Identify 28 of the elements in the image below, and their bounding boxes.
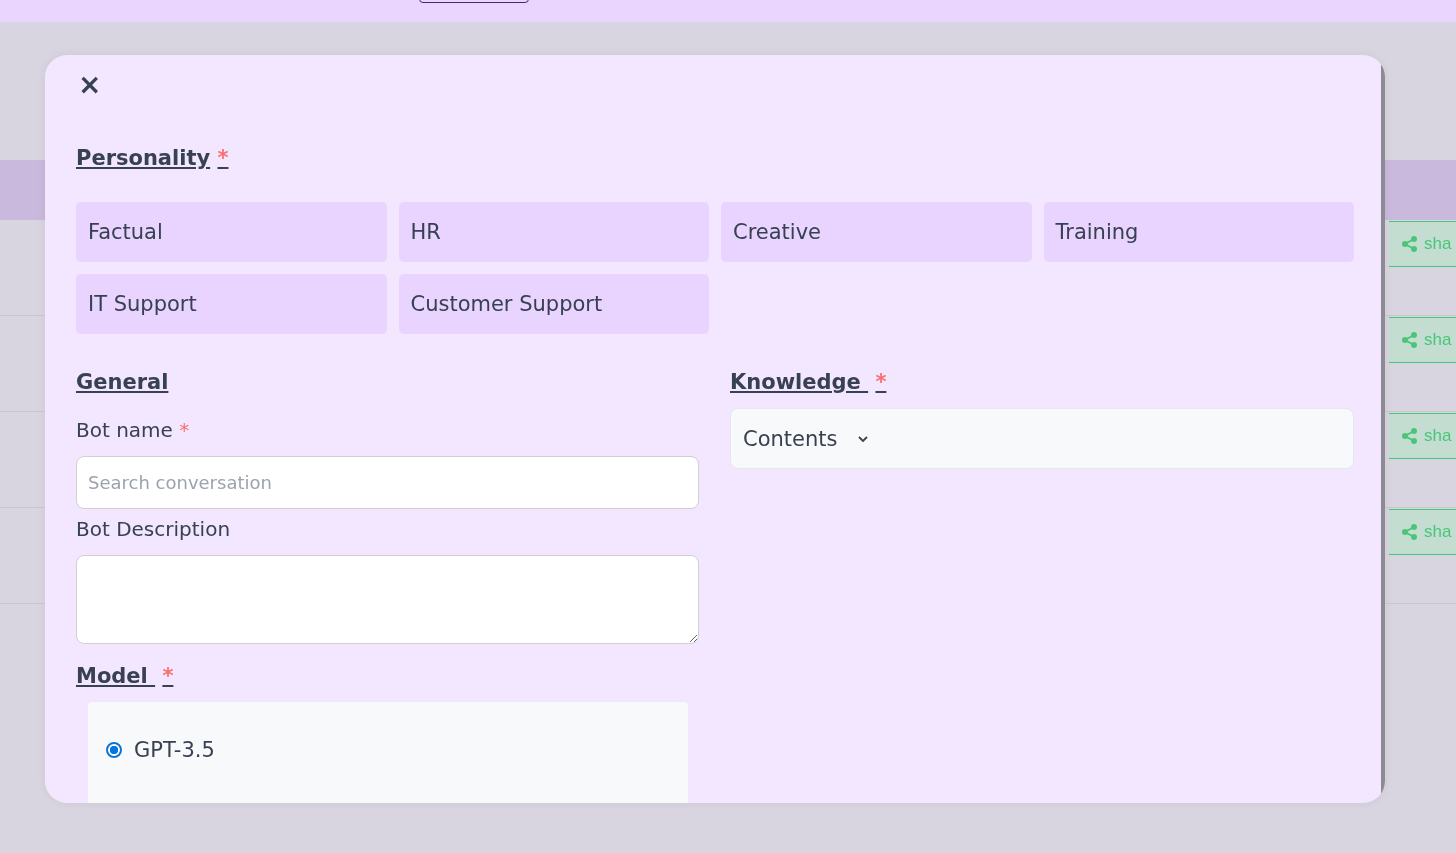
field-label: Bot name (76, 418, 173, 442)
chevron-down-icon (857, 434, 870, 443)
share-icon (1402, 427, 1418, 444)
required-mark: * (217, 146, 229, 170)
bot-description-field[interactable] (76, 555, 699, 644)
section-heading: Model (76, 664, 149, 688)
personality-option[interactable]: Factual (76, 202, 387, 262)
share-icon (1402, 235, 1418, 252)
bot-name-field[interactable]: Search conversation (76, 456, 699, 509)
section-heading: Personality (76, 146, 211, 170)
share-icon (1402, 523, 1418, 540)
close-button[interactable]: × (78, 71, 102, 99)
dropdown-label: Contents (743, 426, 838, 451)
section-heading: General (76, 370, 169, 394)
required-mark: * (875, 370, 887, 394)
share-icon (1402, 331, 1418, 348)
radio-button[interactable] (106, 742, 122, 758)
personality-option[interactable]: Creative (721, 202, 1032, 262)
field-label: Bot Description (76, 517, 231, 541)
radio-label: GPT-3.5 (134, 738, 215, 762)
knowledge-dropdown[interactable]: Contents (730, 408, 1354, 469)
section-heading: Knowledge (730, 370, 862, 394)
personality-option[interactable]: HR (398, 202, 709, 262)
personality-option[interactable]: Training (1043, 202, 1354, 262)
required-mark: * (162, 664, 174, 688)
personality-option[interactable]: IT Support (76, 274, 387, 334)
personality-option[interactable]: Customer Support (398, 274, 709, 334)
required-mark: * (179, 418, 190, 442)
